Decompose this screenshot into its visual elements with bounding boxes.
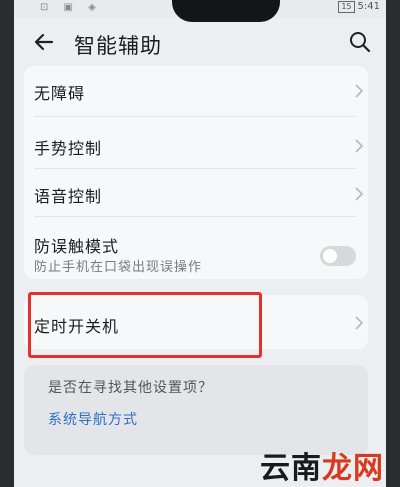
- system-navigation-link[interactable]: 系统导航方式: [48, 409, 138, 429]
- divider: [34, 116, 356, 117]
- settings-item-voice-control[interactable]: 语音控制: [24, 170, 368, 216]
- toggle-knob: [323, 249, 337, 263]
- phone-screen: ⊡ ▣ ◈ 15 5:41 智能辅助 无障碍 手势控制 语音控制 防误触模式 防…: [14, 0, 386, 487]
- settings-item-subtitle: 防止手机在口袋出现误操作: [34, 260, 203, 275]
- settings-item-gesture-control[interactable]: 手势控制: [24, 118, 368, 166]
- page-title: 智能辅助: [74, 34, 162, 58]
- suggestion-question: 是否在寻找其他设置项？: [48, 380, 213, 396]
- divider: [34, 216, 356, 217]
- status-right: 15 5:41: [338, 1, 380, 13]
- right-bezel: [386, 0, 400, 487]
- settings-card: 无障碍 手势控制 语音控制 防误触模式 防止手机在口袋出现误操作: [24, 66, 368, 279]
- watermark-logo: 云南龙网: [260, 451, 384, 486]
- accidental-touch-toggle[interactable]: [320, 246, 356, 266]
- chevron-right-icon: [355, 187, 364, 201]
- settings-item-accessibility[interactable]: 无障碍: [24, 66, 368, 116]
- divider: [34, 168, 356, 169]
- clock: 5:41: [357, 1, 380, 12]
- back-arrow-icon[interactable]: [32, 30, 56, 54]
- settings-item-label: 防误触模式: [34, 237, 120, 256]
- settings-item-label: 语音控制: [34, 187, 103, 206]
- chevron-right-icon: [355, 84, 364, 98]
- camera-notch: [172, 0, 280, 22]
- battery-icon: 15: [338, 1, 355, 13]
- settings-item-accidental-touch[interactable]: 防误触模式 防止手机在口袋出现误操作: [24, 218, 368, 279]
- status-icons: ⊡ ▣ ◈: [40, 2, 102, 13]
- chevron-right-icon: [355, 316, 364, 330]
- red-highlight-box: [28, 292, 262, 358]
- left-bezel: [0, 0, 14, 487]
- search-icon[interactable]: [348, 30, 372, 54]
- app-header: 智能辅助: [14, 22, 386, 66]
- settings-item-label: 手势控制: [34, 139, 103, 158]
- settings-item-label: 无障碍: [34, 84, 86, 103]
- chevron-right-icon: [355, 139, 364, 153]
- suggestion-card: 是否在寻找其他设置项？ 系统导航方式: [24, 365, 368, 455]
